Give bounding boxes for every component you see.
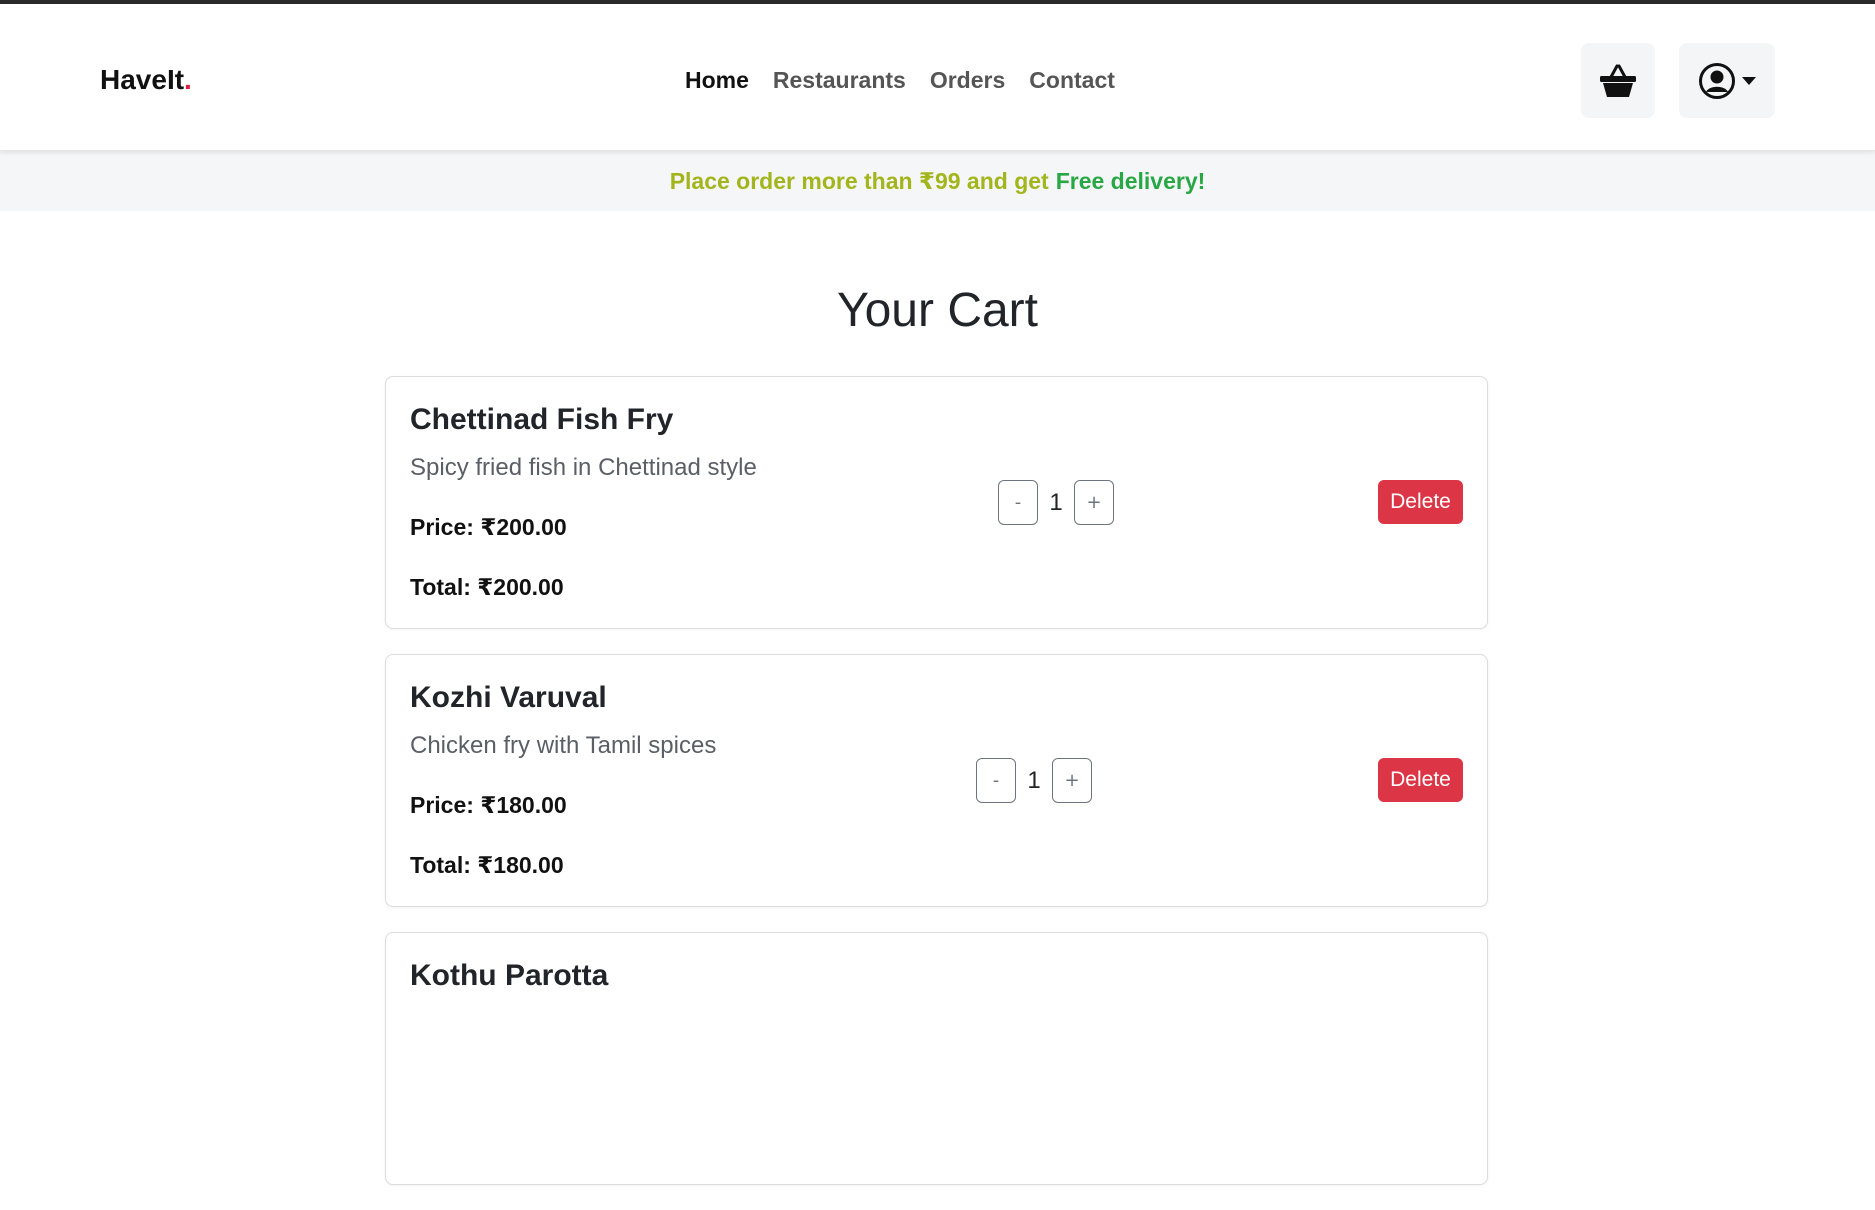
page-title: Your Cart xyxy=(837,284,1038,337)
item-description: Chicken fry with Tamil spices xyxy=(410,732,717,759)
quantity-stepper: - 1 + xyxy=(976,758,1092,803)
brand-logo[interactable]: HaveIt. xyxy=(100,64,192,96)
decrease-quantity-button[interactable]: - xyxy=(976,758,1016,803)
caret-down-icon xyxy=(1742,76,1756,85)
promo-text: Place order more than ₹99 and get xyxy=(669,167,1049,194)
basket-icon xyxy=(1600,64,1636,97)
item-name: Kozhi Varuval xyxy=(410,681,607,714)
decrease-quantity-button[interactable]: - xyxy=(998,480,1038,525)
item-price: Price: ₹200.00 xyxy=(410,514,567,540)
item-name: Kothu Parotta xyxy=(410,959,609,992)
nav-restaurants[interactable]: Restaurants xyxy=(773,67,906,94)
item-total: Total: ₹200.00 xyxy=(410,574,564,600)
item-description: Spicy fried fish in Chettinad style xyxy=(410,454,757,481)
nav-contact[interactable]: Contact xyxy=(1029,67,1115,94)
brand-name: HaveIt xyxy=(100,64,185,95)
quantity-value: 1 xyxy=(1027,766,1041,794)
cart-item-card: Kozhi Varuval Chicken fry with Tamil spi… xyxy=(385,654,1488,907)
user-circle-icon xyxy=(1699,62,1735,99)
nav-orders[interactable]: Orders xyxy=(930,67,1005,94)
increase-quantity-button[interactable]: + xyxy=(1052,758,1092,803)
increase-quantity-button[interactable]: + xyxy=(1074,480,1114,525)
main-nav: Home Restaurants Orders Contact xyxy=(685,67,1115,94)
cart-item-card: Kothu Parotta xyxy=(385,932,1488,1185)
promo-highlight: Free delivery! xyxy=(1055,167,1206,194)
promo-banner: Place order more than ₹99 and get Free d… xyxy=(0,151,1875,211)
delete-button[interactable]: Delete xyxy=(1378,480,1463,524)
item-total: Total: ₹180.00 xyxy=(410,852,564,878)
delete-button[interactable]: Delete xyxy=(1378,758,1463,802)
cart-item-card: Chettinad Fish Fry Spicy fried fish in C… xyxy=(385,376,1488,629)
cart-button[interactable] xyxy=(1581,43,1655,118)
quantity-value: 1 xyxy=(1049,488,1063,516)
nav-home[interactable]: Home xyxy=(685,67,749,94)
item-name: Chettinad Fish Fry xyxy=(410,403,674,436)
item-price: Price: ₹180.00 xyxy=(410,792,567,818)
cart-list: Chettinad Fish Fry Spicy fried fish in C… xyxy=(385,376,1488,1210)
quantity-stepper: - 1 + xyxy=(998,480,1114,525)
navbar: HaveIt. Home Restaurants Orders Contact xyxy=(0,4,1875,151)
user-menu-button[interactable] xyxy=(1679,43,1775,118)
brand-dot: . xyxy=(184,64,192,95)
